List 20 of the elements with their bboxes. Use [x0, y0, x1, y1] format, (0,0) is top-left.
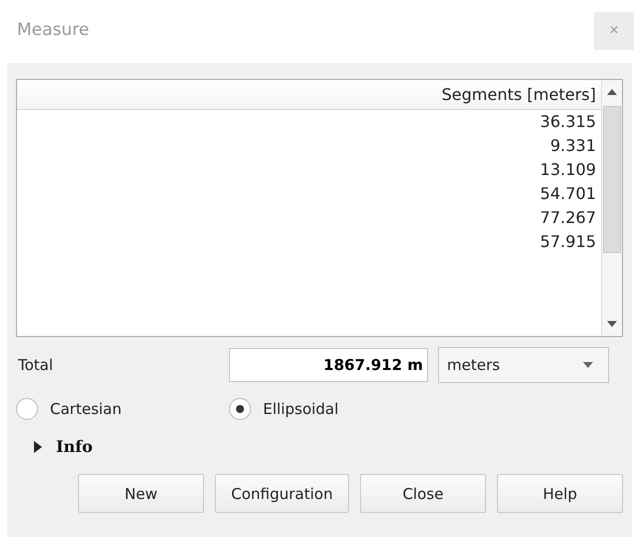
total-field[interactable]: 1867.912 m — [229, 348, 428, 382]
dialog-button[interactable]: Configuration — [215, 474, 349, 513]
dialog-button[interactable]: Close — [360, 474, 486, 513]
table-cell-text: 57.915 — [539, 231, 597, 253]
table-cell-text: 9.331 — [549, 135, 597, 157]
info-expander[interactable]: Info — [16, 437, 93, 456]
table-cell-text: 77.267 — [539, 207, 597, 229]
table-cell-text: 54.701 — [539, 183, 597, 205]
window-title: Measure — [17, 20, 90, 40]
scrollbar-thumb[interactable] — [603, 106, 621, 253]
total-label: Total — [17, 356, 54, 374]
unit-dropdown[interactable]: meters — [438, 347, 609, 383]
radio-button[interactable]: Cartesian — [16, 398, 229, 420]
dropdown-arrow-icon — [582, 361, 594, 369]
scrollbar[interactable] — [601, 80, 622, 336]
radio-button[interactable]: Ellipsoidal — [229, 398, 442, 420]
table-cell-text: 13.109 — [539, 159, 597, 181]
table-cell-text: 36.315 — [539, 111, 597, 133]
dialog-button[interactable]: Help — [497, 474, 623, 513]
dialog-button[interactable]: New — [78, 474, 204, 513]
